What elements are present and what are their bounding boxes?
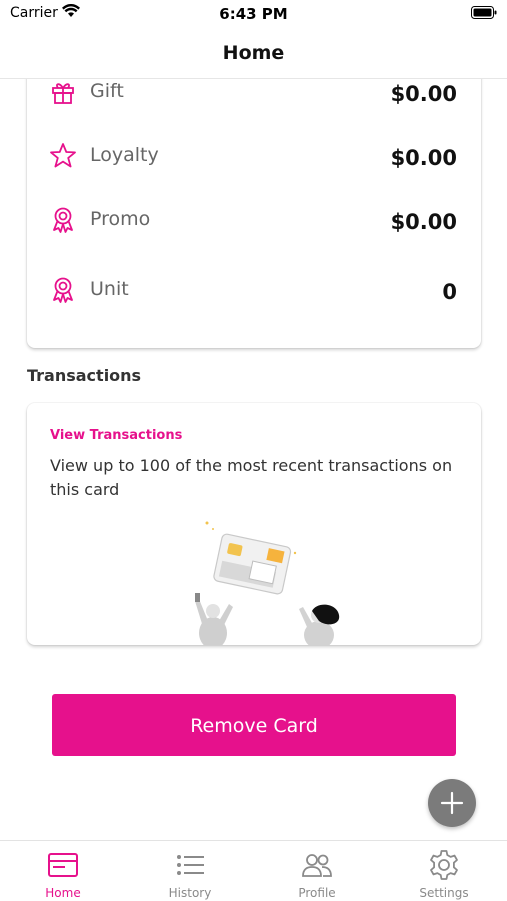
- balance-row-loyalty: Loyalty $0.00: [27, 142, 481, 182]
- remove-card-button[interactable]: Remove Card: [52, 694, 456, 756]
- battery-icon: [471, 6, 497, 19]
- balance-label: Loyalty: [90, 144, 159, 166]
- balance-amount: $0.00: [390, 82, 457, 106]
- view-transactions-link[interactable]: View Transactions: [50, 428, 182, 443]
- balance-amount: $0.00: [390, 210, 457, 234]
- tab-label: Home: [45, 886, 81, 900]
- transactions-section-title: Transactions: [27, 366, 142, 385]
- tab-settings[interactable]: Settings: [381, 841, 507, 901]
- ribbon-icon: [53, 277, 73, 303]
- plus-icon: [440, 791, 464, 815]
- gear-icon: [430, 850, 458, 880]
- page-title: Home: [222, 42, 285, 64]
- balance-row-unit: Unit 0: [27, 276, 481, 316]
- tab-label: History: [168, 886, 212, 900]
- users-icon: [302, 854, 332, 877]
- balance-row-promo: Promo $0.00: [27, 206, 481, 246]
- balance-row-gift: Gift $0.00: [27, 78, 481, 118]
- tab-bar: Home History Profile Settings: [0, 840, 507, 901]
- balance-amount: $0.00: [390, 146, 457, 170]
- status-bar: Carrier 6:43 PM: [0, 0, 507, 30]
- ribbon-icon: [53, 207, 73, 233]
- transactions-illustration: [195, 521, 340, 645]
- tab-label: Settings: [419, 886, 469, 900]
- balance-label: Unit: [90, 278, 129, 300]
- transactions-card[interactable]: View Transactions View up to 100 of the …: [27, 403, 481, 645]
- balance-card: Gift $0.00 Loyalty $0.00 Promo $0.00 Uni…: [27, 60, 481, 348]
- navigation-bar: Home: [0, 30, 507, 79]
- add-button[interactable]: [428, 779, 476, 827]
- transactions-description: View up to 100 of the most recent transa…: [50, 456, 453, 499]
- tab-profile[interactable]: Profile: [254, 841, 380, 901]
- star-icon: [50, 143, 76, 168]
- balance-label: Gift: [90, 80, 124, 102]
- list-icon: [177, 855, 204, 875]
- gift-icon: [52, 83, 74, 104]
- card-icon: [48, 853, 78, 877]
- clock: 6:43 PM: [219, 5, 288, 23]
- balance-label: Promo: [90, 208, 151, 230]
- tab-home[interactable]: Home: [0, 841, 126, 901]
- tab-label: Profile: [298, 886, 336, 900]
- tab-history[interactable]: History: [127, 841, 253, 901]
- balance-amount: 0: [442, 280, 457, 304]
